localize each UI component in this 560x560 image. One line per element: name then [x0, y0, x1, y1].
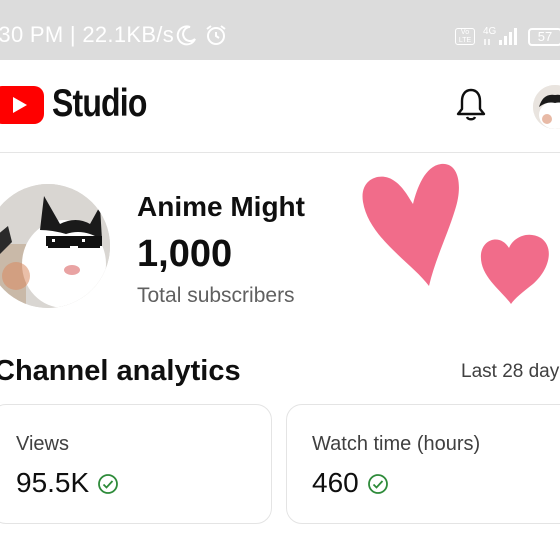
- check-circle-icon: [367, 474, 388, 494]
- moon-icon: [176, 25, 196, 46]
- status-bar: :30 PM | 22.1KB/s Vo LTE 4G 57: [0, 0, 560, 60]
- bell-icon[interactable]: [456, 87, 486, 123]
- account-avatar[interactable]: [533, 85, 560, 129]
- app-bar: Studio: [0, 60, 560, 153]
- volte-icon: Vo LTE: [455, 28, 475, 45]
- large-heart-icon: [362, 163, 459, 286]
- status-time: :30 PM | 22.1KB/s: [0, 22, 175, 47]
- hearts-sticker: [362, 163, 549, 304]
- battery-icon: 57: [528, 28, 560, 46]
- watch-time-card[interactable]: Watch time (hours) 460: [286, 404, 560, 524]
- youtube-logo-icon[interactable]: [0, 86, 44, 124]
- subscriber-count: 1,000: [137, 233, 233, 275]
- views-value: 95.5K: [16, 467, 90, 498]
- views-card[interactable]: Views 95.5K: [0, 404, 272, 524]
- app-title: Studio: [52, 82, 147, 125]
- volte-label: Vo LTE: [458, 29, 472, 44]
- watch-time-label: Watch time (hours): [312, 433, 481, 455]
- signal-icon: 4G: [483, 26, 517, 45]
- channel-avatar[interactable]: [0, 184, 110, 308]
- small-heart-icon: [480, 234, 549, 304]
- period-label: Last 28 day: [461, 361, 560, 382]
- views-value-row: 95.5K: [16, 467, 119, 499]
- watch-time-value: 460: [312, 467, 359, 498]
- watch-time-value-row: 460: [312, 467, 389, 499]
- alarm-icon: [206, 25, 226, 45]
- battery-level: 57: [537, 29, 553, 44]
- channel-name: Anime Might: [137, 191, 305, 222]
- check-circle-icon: [98, 474, 119, 494]
- network-label: 4G: [483, 26, 497, 37]
- views-label: Views: [16, 433, 69, 455]
- section-title: Channel analytics: [0, 355, 241, 387]
- subscriber-label: Total subscribers: [137, 284, 295, 307]
